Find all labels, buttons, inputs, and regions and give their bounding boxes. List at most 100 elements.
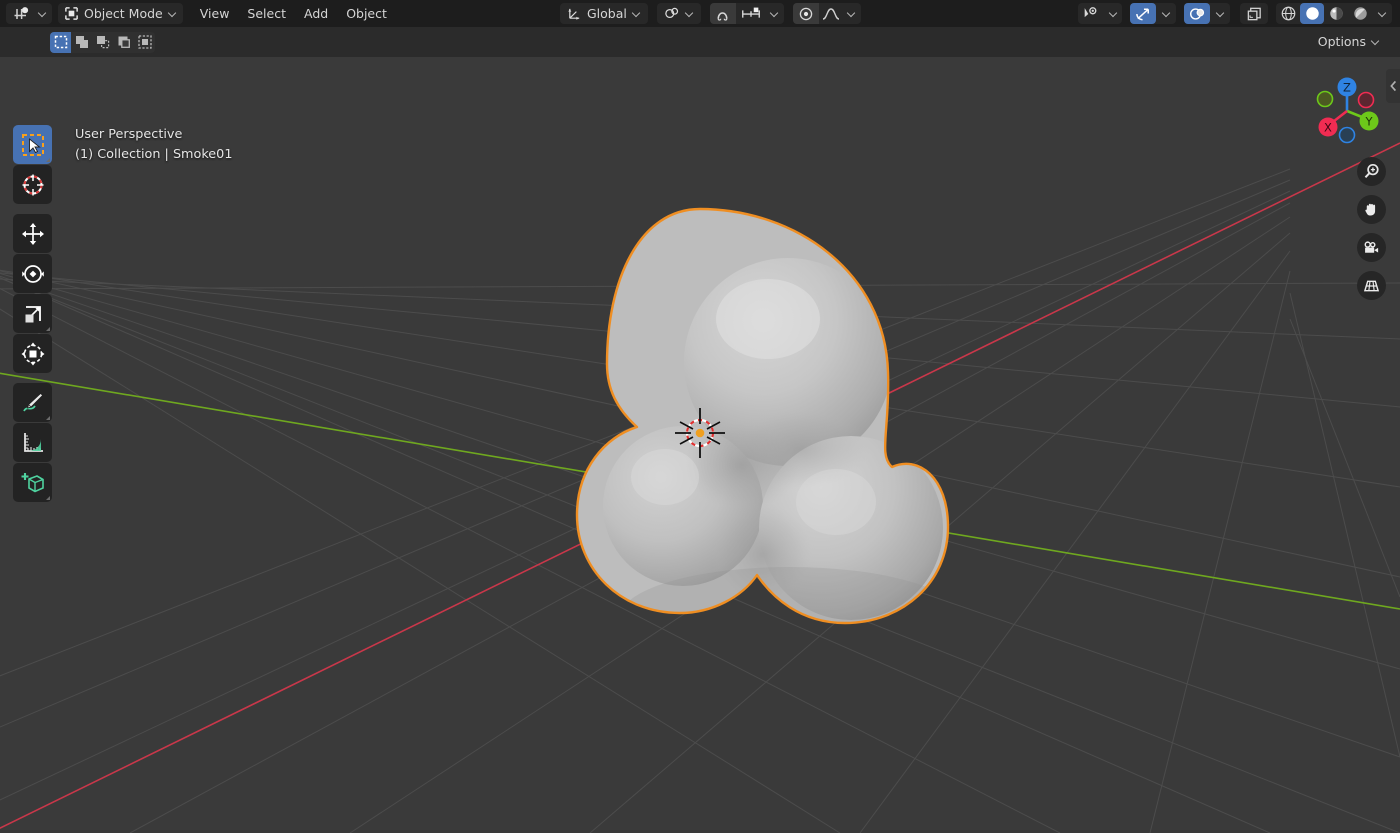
select-mode-intersect[interactable] (134, 32, 155, 53)
annotate-pencil-icon (22, 392, 43, 411)
toggle-projection-button[interactable] (1357, 271, 1386, 300)
visibility-dropdown[interactable] (1104, 3, 1122, 24)
editor-type-3d-viewport-icon (14, 6, 29, 19)
proportional-edit-toggle[interactable] (792, 3, 819, 24)
gizmo-axis-z-negative[interactable] (1338, 126, 1356, 144)
tool-select-box[interactable] (13, 125, 52, 164)
chevron-down-icon (168, 9, 177, 18)
solid-sphere-icon (1305, 7, 1319, 20)
show-hide-eye-icon (1084, 7, 1097, 18)
snap-magnet-icon (717, 11, 728, 21)
camera-view-button[interactable] (1357, 233, 1386, 262)
chevron-down-icon (685, 9, 694, 18)
chevron-down-icon (847, 9, 856, 18)
select-mode-subtract[interactable] (92, 32, 113, 53)
viewport-3d[interactable]: User Perspective (1) Collection | Smoke0… (0, 57, 1400, 833)
perspective-grid-icon (1363, 280, 1380, 291)
tool-rotate[interactable] (13, 254, 52, 293)
select-mode-extend[interactable] (71, 32, 92, 53)
shading-wireframe[interactable] (1276, 3, 1300, 24)
zoom-button[interactable] (1357, 157, 1386, 186)
visibility-button[interactable] (1078, 3, 1104, 24)
shading-dropdown[interactable] (1372, 3, 1392, 24)
snap-toggle[interactable] (709, 3, 736, 24)
shading-modes-group (1276, 3, 1392, 24)
cursor-crosshair-icon (22, 174, 43, 195)
mode-selector[interactable]: Object Mode (58, 3, 183, 24)
tool-cursor[interactable] (13, 165, 52, 204)
shading-rendered[interactable] (1348, 3, 1372, 24)
pan-hand-icon (1365, 203, 1376, 216)
gizmo-label-z: Z (1343, 80, 1351, 94)
rotate-icon (21, 264, 44, 283)
overlays-toggle[interactable] (1184, 3, 1210, 24)
mode-label: Object Mode (84, 6, 163, 21)
pan-button[interactable] (1357, 195, 1386, 224)
tool-measure[interactable] (13, 423, 52, 462)
select-invert-icon (118, 36, 130, 48)
select-box-cursor-icon (21, 133, 44, 156)
chevron-down-icon (1378, 9, 1387, 18)
sidebar-toggle[interactable] (1386, 69, 1400, 103)
select-mode-set[interactable] (50, 31, 71, 53)
proportional-editing-group (792, 3, 861, 24)
options-label: Options (1317, 34, 1366, 49)
chevron-down-icon (1371, 37, 1380, 46)
select-extend-icon (75, 36, 88, 48)
chevron-down-icon (1216, 9, 1225, 18)
pivot-point-selector[interactable] (656, 3, 701, 24)
tool-annotate[interactable] (13, 383, 52, 422)
toggle-xray-icon (1247, 7, 1261, 20)
gizmo-dropdown[interactable] (1156, 3, 1176, 24)
editor-type-selector[interactable] (6, 3, 52, 24)
overlays-dropdown[interactable] (1210, 3, 1230, 24)
snap-target-selector[interactable] (736, 3, 766, 24)
falloff-dropdown[interactable] (843, 3, 861, 24)
transform-orientation-selector[interactable]: Global (560, 3, 648, 24)
overlays-group (1184, 3, 1230, 24)
menu-add[interactable]: Add (295, 3, 337, 24)
select-set-icon (54, 35, 67, 49)
tool-submenu-indicator (46, 416, 50, 420)
gizmo-axis-y-negative[interactable] (1316, 90, 1334, 108)
viewport-nav-buttons (1357, 157, 1386, 309)
menu-object[interactable]: Object (337, 3, 396, 24)
scale-icon (25, 305, 41, 322)
falloff-selector[interactable] (819, 3, 843, 24)
navigation-gizmo[interactable]: Z Y X (1306, 67, 1386, 147)
select-mode-invert[interactable] (113, 32, 134, 53)
tool-scale[interactable] (13, 294, 52, 333)
shading-material[interactable] (1324, 3, 1348, 24)
add-cube-icon (21, 472, 44, 492)
gizmo-toggle[interactable] (1130, 3, 1156, 24)
metaball-object-smoke01[interactable] (560, 197, 980, 667)
tool-submenu-indicator (46, 327, 50, 331)
transform-icon (21, 342, 44, 365)
transform-orientation-label: Global (587, 6, 627, 21)
menu-select[interactable]: Select (238, 3, 295, 24)
viewport-scene (0, 142, 1400, 833)
viewport-header: Object Mode View Select Add Object Globa… (0, 0, 1400, 27)
proportional-edit-icon (799, 7, 813, 20)
snap-dropdown[interactable] (766, 3, 784, 24)
visibility-group (1078, 3, 1122, 24)
tool-move[interactable] (13, 214, 52, 253)
tool-add-cube[interactable] (13, 463, 52, 502)
falloff-smooth-icon (822, 7, 840, 20)
chevron-down-icon (1109, 9, 1118, 18)
options-button[interactable]: Options (1310, 31, 1388, 52)
material-preview-icon (1329, 7, 1343, 20)
gizmo-axis-x-negative[interactable] (1357, 91, 1375, 109)
orientation-axis-icon (568, 8, 580, 20)
chevron-down-icon (1162, 9, 1171, 18)
object-mode-icon (65, 7, 78, 20)
gizmo-axes: Z Y X (1316, 77, 1379, 144)
menu-view[interactable]: View (191, 3, 239, 24)
wireframe-globe-icon (1281, 6, 1295, 21)
pivot-point-icon (665, 7, 679, 19)
measure-ruler-icon (23, 432, 43, 452)
zoom-magnifier-icon (1364, 163, 1379, 178)
tool-transform[interactable] (13, 334, 52, 373)
xray-toggle[interactable] (1240, 3, 1268, 24)
shading-solid[interactable] (1300, 3, 1324, 24)
